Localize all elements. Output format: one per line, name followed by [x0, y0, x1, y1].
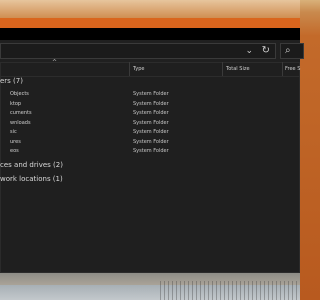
- column-divider[interactable]: [222, 62, 223, 76]
- item-type: System Folder: [133, 91, 169, 97]
- list-item[interactable]: ures System Folder: [0, 137, 300, 147]
- group-label: work locations (1): [0, 175, 63, 183]
- item-name: eos: [10, 148, 19, 154]
- sort-ascending-icon: ^: [52, 59, 58, 66]
- item-name: ktop: [10, 100, 22, 107]
- column-divider[interactable]: [129, 62, 130, 76]
- list-item[interactable]: ktop System Folder: [0, 99, 300, 109]
- search-icon: ⌕: [285, 45, 291, 56]
- desktop-wallpaper-band: [0, 18, 300, 28]
- item-name: sic: [10, 129, 17, 135]
- list-item[interactable]: eos System Folder: [0, 146, 300, 156]
- item-type: System Folder: [133, 119, 169, 126]
- group-header-network-locations[interactable]: work locations (1): [0, 175, 300, 185]
- search-input[interactable]: ⌕: [280, 43, 304, 59]
- wallpaper-reeds: [160, 281, 300, 300]
- desktop-wallpaper-top: [0, 0, 300, 18]
- group-header-devices-and-drives[interactable]: ces and drives (2): [0, 161, 300, 171]
- list-item[interactable]: wnloads System Folder: [0, 118, 300, 128]
- title-bar[interactable]: [0, 28, 300, 40]
- list-item[interactable]: cuments System Folder: [0, 108, 300, 118]
- address-bar[interactable]: ⌄ ↻: [0, 43, 276, 59]
- column-header-row: ^ Type Total Size Free S: [0, 59, 300, 77]
- item-type: System Folder: [133, 148, 169, 154]
- desktop-wallpaper-bottom: [0, 273, 300, 300]
- item-type: System Folder: [133, 129, 169, 135]
- item-name: Objects: [10, 91, 29, 97]
- chevron-down-icon[interactable]: ⌄: [245, 46, 253, 56]
- item-name: cuments: [10, 110, 32, 116]
- item-type: System Folder: [133, 138, 169, 145]
- item-type: System Folder: [133, 100, 169, 107]
- item-type: System Folder: [133, 110, 169, 116]
- group-label: ers (7): [0, 77, 23, 85]
- group-label: ces and drives (2): [0, 161, 63, 169]
- group-header-folders[interactable]: ers (7): [0, 77, 300, 87]
- refresh-icon[interactable]: ↻: [262, 45, 270, 56]
- list-item[interactable]: sic System Folder: [0, 127, 300, 137]
- item-name: wnloads: [10, 119, 31, 126]
- list-item[interactable]: Objects System Folder: [0, 89, 300, 99]
- file-explorer-window: ⌄ ↻ ⌕ ^ Type Total Size Free S ers (7) O…: [0, 28, 304, 273]
- item-name: ures: [10, 138, 21, 145]
- column-divider[interactable]: [282, 62, 283, 76]
- address-row: ⌄ ↻ ⌕: [0, 40, 304, 63]
